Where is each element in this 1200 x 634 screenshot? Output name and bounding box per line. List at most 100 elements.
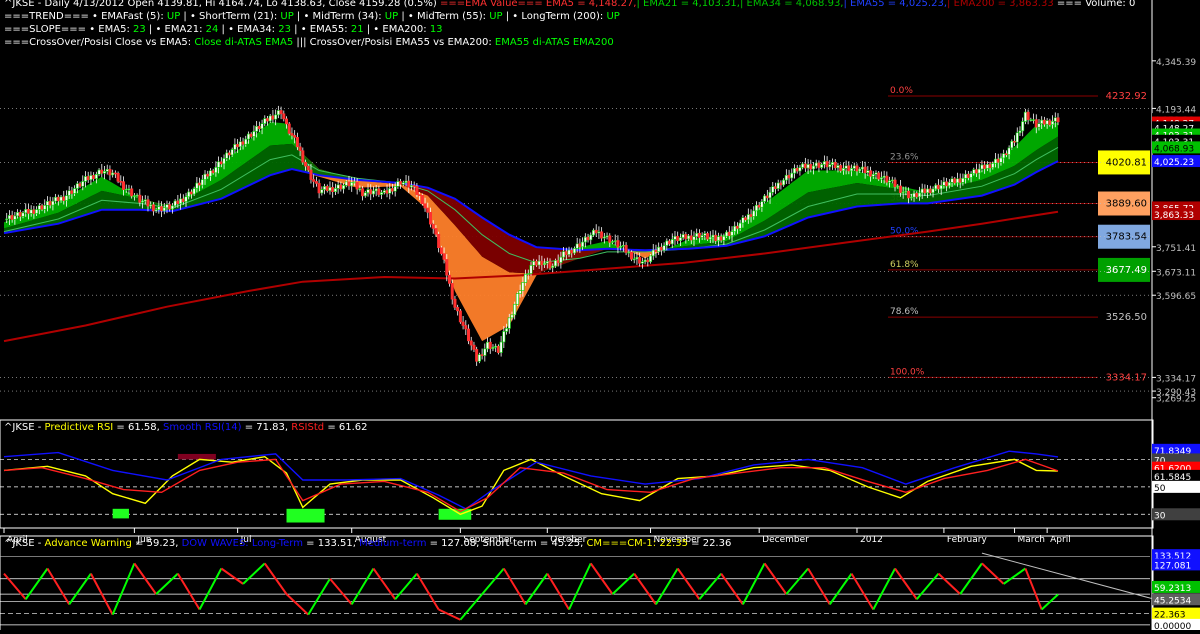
candle-body	[701, 235, 703, 237]
fib-pct-label: 100.0%	[890, 367, 925, 377]
candle-body	[340, 185, 342, 189]
fib-price-label: 3334.17	[1106, 372, 1147, 383]
candle-body	[785, 175, 787, 180]
candle-body	[30, 210, 32, 214]
warning-value-label: 45.2534	[1154, 596, 1191, 606]
candle-body	[46, 201, 48, 205]
candle-body	[432, 224, 434, 228]
candle-body	[443, 254, 445, 260]
candle-body	[801, 164, 803, 168]
candle-body	[505, 328, 507, 331]
candle-body	[763, 196, 765, 202]
candle-body	[696, 233, 698, 236]
candle-body	[117, 173, 119, 181]
slope-val-4: 21	[351, 24, 364, 35]
candle-body	[1002, 154, 1004, 158]
trend-val-1: UP	[167, 11, 180, 22]
candle-body	[804, 164, 806, 168]
candle-body	[514, 304, 516, 315]
header-ema200: | EMA200 = 3,863.33	[947, 0, 1054, 9]
candle-body	[1046, 121, 1048, 125]
candle-body	[220, 162, 222, 164]
candle-body	[446, 259, 448, 275]
candle-body	[304, 162, 306, 166]
candle-body	[625, 245, 627, 252]
candle-body	[494, 346, 496, 347]
candle-body	[818, 163, 820, 168]
header-ema55: | EMA55 = 4,025.23,	[844, 0, 948, 9]
candle-body	[128, 189, 130, 190]
candle-body	[609, 236, 611, 243]
rsi-value-label: 50	[1154, 484, 1166, 494]
candle-body	[285, 119, 287, 124]
candle-body	[169, 205, 171, 209]
slope-key-5: | • EMA200:	[364, 24, 430, 35]
candle-body	[139, 195, 141, 202]
candle-body	[647, 260, 649, 262]
candle-body	[76, 184, 78, 189]
candle-body	[158, 207, 160, 210]
x-axis-label: April	[1050, 535, 1071, 545]
price-value-label: 3,863.33	[1154, 211, 1194, 221]
candle-body	[799, 167, 801, 171]
main-panel-bg	[0, 44, 1153, 418]
candle-body	[858, 169, 860, 171]
candle-body	[174, 201, 176, 206]
candle-body	[967, 174, 969, 178]
legend-segment: CM===CM-1: 22.35	[586, 538, 688, 549]
candle-body	[1013, 141, 1015, 142]
candle-body	[1030, 120, 1032, 121]
candle-body	[429, 212, 431, 224]
candle-body	[109, 169, 111, 175]
candle-body	[421, 195, 423, 203]
warning-panel-frame	[0, 536, 1153, 630]
trend-key-4: | • MidTerm (55):	[398, 11, 489, 22]
candle-body	[302, 151, 304, 162]
fib-pct-label: 78.6%	[890, 307, 919, 317]
trend-key-5: | • LongTerm (200):	[503, 11, 607, 22]
candle-body	[739, 223, 741, 228]
candle-body	[894, 180, 896, 187]
candle-body	[372, 191, 374, 194]
candle-body	[323, 186, 325, 189]
candle-body	[709, 237, 711, 239]
candle-body	[888, 181, 890, 182]
candle-body	[630, 252, 632, 259]
candle-body	[975, 170, 977, 174]
candle-body	[73, 189, 75, 194]
rsi-value-label: 30	[1154, 511, 1166, 521]
candle-body	[560, 257, 562, 262]
crossover-val-1: Close di-ATAS EMA5	[194, 37, 293, 48]
price-tick-label: 3,751.41	[1156, 244, 1196, 254]
candle-body	[693, 237, 695, 240]
candle-body	[516, 294, 518, 305]
legend-segment: Advance Warning	[45, 538, 132, 549]
candle-body	[943, 182, 945, 186]
candle-body	[522, 282, 524, 290]
candle-body	[959, 179, 961, 183]
candle-body	[636, 257, 638, 259]
slope-key-1: • EMA5:	[89, 24, 133, 35]
candle-body	[1027, 112, 1029, 120]
candle-body	[90, 175, 92, 179]
candle-body	[215, 167, 217, 172]
candle-body	[147, 200, 149, 206]
slope-key-2: | • EMA21:	[146, 24, 206, 35]
candle-body	[793, 168, 795, 173]
slope-key-4: | • EMA55:	[291, 24, 351, 35]
candle-body	[19, 212, 21, 216]
legend-segment: = 61.58,	[113, 422, 163, 433]
candle-body	[111, 173, 113, 175]
candle-body	[399, 181, 401, 184]
candle-body	[337, 185, 339, 189]
warning-value-label: 59.2313	[1154, 584, 1191, 594]
candle-body	[299, 147, 301, 151]
candle-body	[573, 248, 575, 253]
candle-body	[209, 171, 211, 176]
candle-body	[196, 183, 198, 188]
crossover-val-2: EMA55 di-ATAS EMA200	[495, 37, 614, 48]
candle-body	[481, 355, 483, 356]
candle-body	[761, 202, 763, 208]
candle-body	[242, 142, 244, 144]
candle-body	[375, 189, 377, 191]
